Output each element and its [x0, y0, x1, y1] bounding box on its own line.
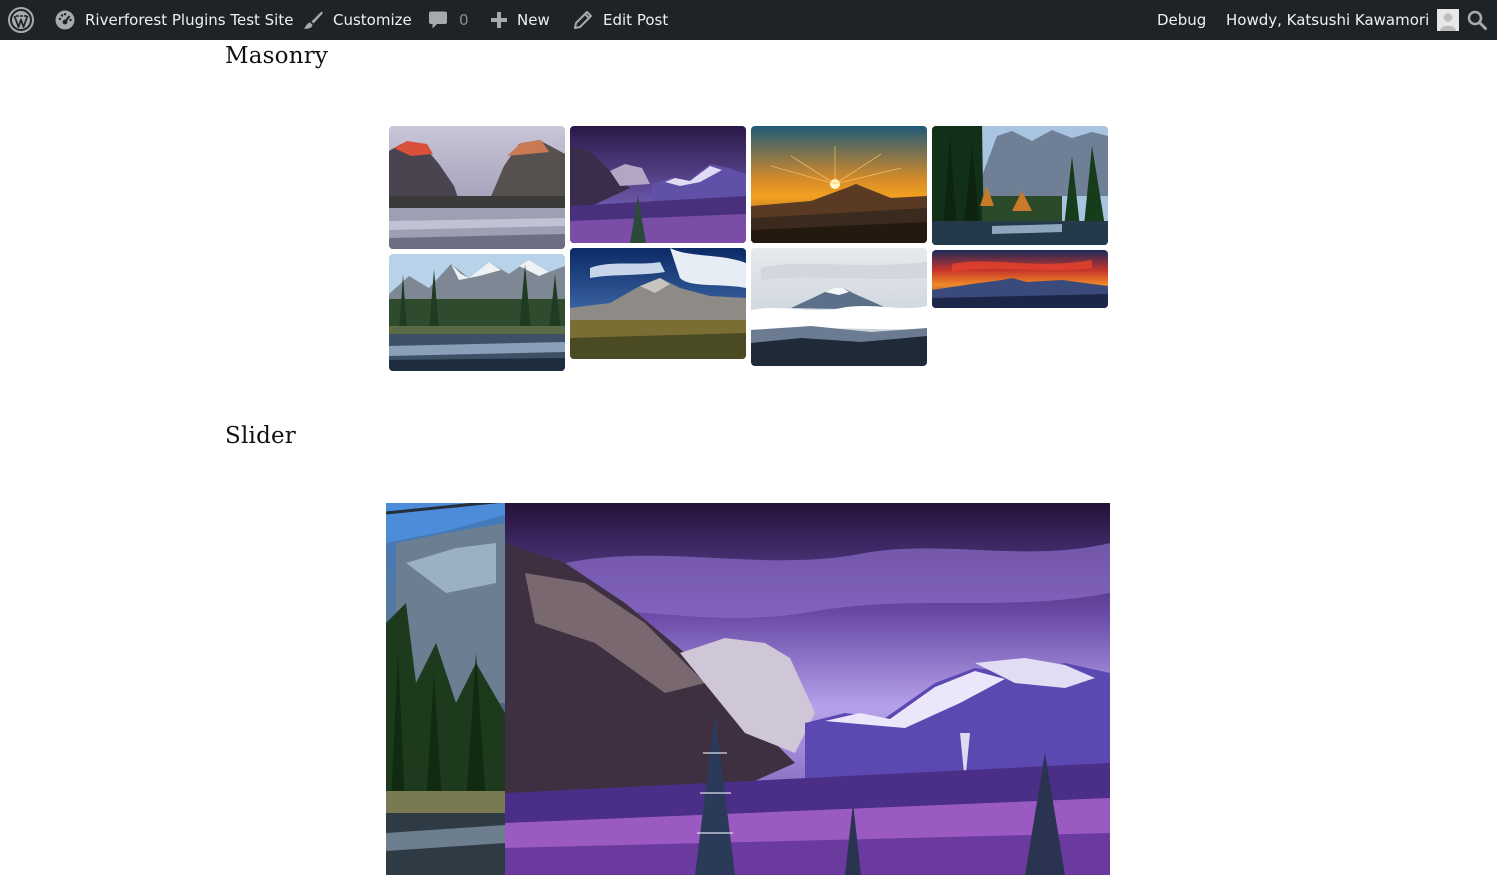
new-content-menu[interactable]: New — [489, 0, 550, 40]
edit-post-link[interactable]: Edit Post — [573, 0, 668, 40]
plus-icon — [489, 10, 509, 30]
gallery-image-half-dome-blue-sky[interactable] — [570, 248, 746, 359]
site-name: Riverforest Plugins Test Site — [85, 11, 294, 29]
gallery-image-purple-yosemite-valley[interactable] — [570, 126, 746, 243]
gallery-image-forest-cliffs-river[interactable] — [932, 126, 1108, 245]
new-label: New — [517, 11, 550, 29]
debug-menu[interactable]: Debug — [1157, 0, 1206, 40]
slide-purple-yosemite[interactable] — [505, 503, 1110, 875]
comments-count: 0 — [459, 11, 469, 29]
site-name-menu[interactable]: Riverforest Plugins Test Site — [54, 0, 293, 40]
slider-heading: Slider — [225, 423, 296, 449]
debug-label: Debug — [1157, 11, 1207, 29]
search-button[interactable] — [1466, 0, 1488, 40]
gallery-image-mount-fuji-sunrise[interactable] — [751, 126, 927, 243]
gallery-image-red-sky-mountains[interactable] — [932, 250, 1108, 308]
slide-forest-cliffs[interactable] — [386, 503, 505, 875]
search-icon — [1466, 9, 1488, 31]
pencil-icon — [573, 10, 593, 30]
comments-link[interactable]: 0 — [428, 0, 469, 40]
gallery-image-yosemite-river-pines[interactable] — [389, 254, 565, 371]
brush-icon — [302, 9, 324, 31]
avatar — [1437, 9, 1460, 31]
image-slider[interactable] — [386, 503, 1110, 875]
gallery-image-mount-fuji-clouds[interactable] — [751, 248, 927, 366]
customize-link[interactable]: Customize — [302, 0, 412, 40]
customize-label: Customize — [333, 11, 412, 29]
masonry-heading: Masonry — [225, 43, 329, 69]
my-account-menu[interactable]: Howdy, Katsushi Kawamori — [1226, 0, 1460, 40]
edit-post-label: Edit Post — [603, 11, 669, 29]
wordpress-logo-menu[interactable] — [7, 0, 37, 40]
admin-bar: Riverforest Plugins Test Site Customize … — [0, 0, 1497, 40]
howdy-label: Howdy, Katsushi Kawamori — [1226, 11, 1430, 29]
gallery-image-yosemite-sunset-river[interactable] — [389, 126, 565, 249]
dashboard-icon — [54, 9, 76, 31]
comment-icon — [428, 9, 448, 31]
wordpress-logo-icon — [7, 6, 35, 34]
